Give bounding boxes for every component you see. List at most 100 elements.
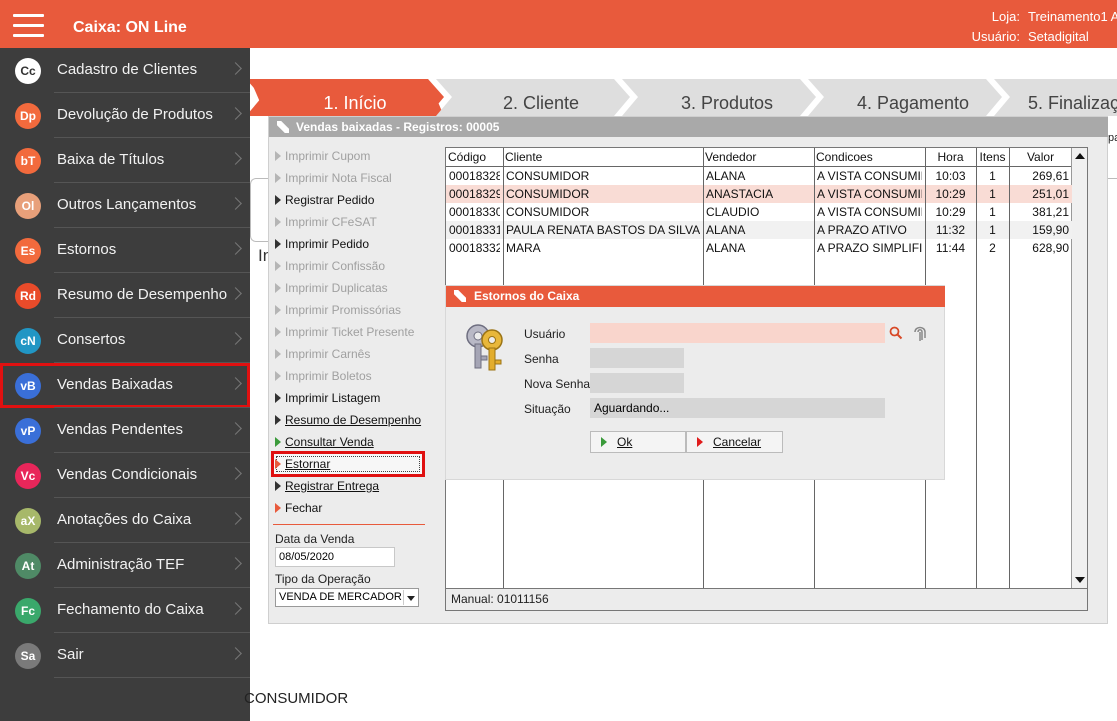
- sidebar-item-label: Resumo de Desempenho: [57, 286, 228, 303]
- sidebar-item-label: Outros Lançamentos: [57, 196, 197, 213]
- chevron-down-icon[interactable]: [403, 590, 417, 605]
- table-row[interactable]: 00018332 MARA ALANA A PRAZO SIMPLIFICA 11:44…: [446, 239, 1072, 257]
- sidebar-item-fechamento-do-caixa[interactable]: Fc Fechamento do Caixa: [0, 588, 250, 633]
- new-password-field[interactable]: [590, 373, 684, 393]
- chevron-right-icon: [229, 377, 242, 390]
- hamburger-menu-icon[interactable]: [13, 14, 44, 38]
- ok-button[interactable]: Ok: [590, 431, 686, 453]
- table-cell: 00018332: [449, 241, 500, 255]
- action-label: Imprimir CFeSAT: [285, 215, 377, 229]
- store-value: Treinamento1 A: [1028, 9, 1117, 24]
- sidebar-item-outros-lancamentos[interactable]: Ol Outros Lançamentos: [0, 183, 250, 228]
- grid-column-divider: [1009, 148, 1010, 588]
- chevron-right-icon: [229, 422, 242, 435]
- action-imprimir-confissao[interactable]: Imprimir Confissão: [273, 255, 423, 277]
- user-field[interactable]: [590, 323, 885, 343]
- action-imprimir-cupom[interactable]: Imprimir Cupom: [273, 145, 423, 167]
- step-2[interactable]: 2. Cliente: [446, 79, 636, 116]
- sidebar-item-resumo-de-desempenho[interactable]: Rd Resumo de Desempenho: [0, 273, 250, 318]
- chevron-right-icon: [229, 62, 242, 75]
- sidebar-item-baixa-de-titulos[interactable]: bT Baixa de Títulos: [0, 138, 250, 183]
- action-imprimir-carnes[interactable]: Imprimir Carnês: [273, 343, 423, 365]
- table-cell: 1: [989, 169, 996, 183]
- step-1[interactable]: 1. Início: [260, 79, 450, 116]
- action-imprimir-ticket-presente[interactable]: Imprimir Ticket Presente: [273, 321, 423, 343]
- store-info: Loja: Treinamento1 A Usuário: Setadigital: [972, 7, 1117, 47]
- action-label: Imprimir Boletos: [285, 369, 372, 383]
- grid-header-codigo[interactable]: Código: [448, 148, 501, 166]
- table-row[interactable]: 00018329 CONSUMIDOR ANASTACIA A VISTA CONSU…: [446, 185, 1072, 203]
- sidebar-badge-icon: vB: [15, 373, 41, 399]
- table-cell: 1: [989, 187, 996, 201]
- operation-type-value: VENDA DE MERCADOR: [279, 591, 402, 603]
- sidebar-item-cadastro-de-clientes[interactable]: Cc Cadastro de Clientes: [0, 48, 250, 93]
- action-label: Imprimir Confissão: [285, 259, 386, 273]
- table-row[interactable]: 00018331 PAULA RENATA BASTOS DA SILVA ALAN…: [446, 221, 1072, 239]
- table-cell: ALANA: [706, 169, 746, 183]
- sidebar-item-vendas-baixadas[interactable]: vB Vendas Baixadas: [0, 363, 250, 408]
- fingerprint-icon[interactable]: [912, 323, 928, 342]
- sidebar-item-sair[interactable]: Sa Sair: [0, 633, 250, 678]
- operation-type-select[interactable]: VENDA DE MERCADOR: [275, 588, 419, 607]
- grid-header-condicoes[interactable]: Condicoes: [816, 148, 923, 166]
- sidebar-item-estornos[interactable]: Es Estornos: [0, 228, 250, 273]
- grid-scrollbar[interactable]: [1071, 148, 1087, 588]
- grid-header-itens[interactable]: Itens: [978, 148, 1007, 166]
- sidebar-item-label: Vendas Condicionais: [57, 466, 198, 483]
- scroll-up-icon[interactable]: [1075, 153, 1085, 159]
- sidebar-item-vendas-pendentes[interactable]: vP Vendas Pendentes: [0, 408, 250, 453]
- chevron-right-icon: [229, 242, 242, 255]
- cancel-button[interactable]: Cancelar: [686, 431, 783, 453]
- top-bar: Caixa: ON Line Loja: Treinamento1 A Usuár…: [0, 0, 1117, 48]
- table-cell: 11:44: [935, 241, 966, 255]
- table-cell: 269,61: [1032, 169, 1069, 183]
- action-registrar-entrega[interactable]: Registrar Entrega: [273, 475, 423, 497]
- sidebar-badge-icon: vP: [15, 418, 41, 444]
- action-consultar-venda[interactable]: Consultar Venda: [273, 431, 423, 453]
- sidebar: Cc Cadastro de Clientes Dp Devolução de Pro…: [0, 48, 250, 721]
- table-cell: 381,21: [1032, 205, 1069, 219]
- focus-outline: [276, 456, 420, 472]
- action-fechar[interactable]: Fechar: [273, 497, 423, 519]
- store-label: Loja:: [991, 9, 1020, 24]
- grid-header-hora[interactable]: Hora: [927, 148, 974, 166]
- sidebar-item-anotacoes-do-caixa[interactable]: aX Anotações do Caixa: [0, 498, 250, 543]
- action-imprimir-listagem[interactable]: Imprimir Listagem: [273, 387, 423, 409]
- sale-date-field[interactable]: 08/05/2020: [275, 547, 395, 567]
- password-field[interactable]: [590, 348, 684, 368]
- table-row[interactable]: 00018328 CONSUMIDOR ALANA A VISTA CONSUMID 1…: [446, 167, 1072, 185]
- user-label: Usuário:: [971, 29, 1020, 44]
- table-row[interactable]: 00018330 CONSUMIDOR CLAUDIO A VISTA CONSUMI…: [446, 203, 1072, 221]
- step-5[interactable]: 5. Finalização: [1004, 79, 1117, 116]
- sidebar-item-administracao-tef[interactable]: At Administração TEF: [0, 543, 250, 588]
- sidebar-item-consertos[interactable]: cN Consertos: [0, 318, 250, 363]
- chevron-right-icon: [229, 197, 242, 210]
- scroll-down-icon[interactable]: [1075, 577, 1085, 583]
- action-imprimir-nota-fiscal[interactable]: Imprimir Nota Fiscal: [273, 167, 423, 189]
- action-imprimir-cfesat[interactable]: Imprimir CFeSAT: [273, 211, 423, 233]
- grid-header-cliente[interactable]: Cliente: [505, 148, 701, 166]
- action-imprimir-duplicatas[interactable]: Imprimir Duplicatas: [273, 277, 423, 299]
- action-resumo-de-desempenho[interactable]: Resumo de Desempenho: [273, 409, 423, 431]
- action-registrar-pedido[interactable]: Registrar Pedido: [273, 189, 423, 211]
- sidebar-item-vendas-condicionais[interactable]: Vc Vendas Condicionais: [0, 453, 250, 498]
- chevron-right-icon: [229, 602, 242, 615]
- action-label: Consultar Venda: [285, 435, 374, 449]
- grid-header-valor[interactable]: Valor: [1011, 148, 1070, 166]
- play-icon: [275, 371, 281, 381]
- table-cell: 628,90: [1032, 241, 1069, 255]
- search-icon[interactable]: [889, 326, 903, 340]
- play-icon: [275, 327, 281, 337]
- step-3[interactable]: 3. Produtos: [632, 79, 822, 116]
- grid-header-vendedor[interactable]: Vendedor: [705, 148, 812, 166]
- action-imprimir-pedido[interactable]: Imprimir Pedido: [273, 233, 423, 255]
- sidebar-item-devolucao-de-produtos[interactable]: Dp Devolução de Produtos: [0, 93, 250, 138]
- table-cell: CLAUDIO: [706, 205, 760, 219]
- chevron-right-icon: [229, 107, 242, 120]
- action-estornar[interactable]: Estornar: [271, 451, 425, 477]
- action-imprimir-boletos[interactable]: Imprimir Boletos: [273, 365, 423, 387]
- background-panel: [250, 178, 270, 242]
- table-cell: A PRAZO ATIVO: [817, 223, 907, 237]
- action-imprimir-promissorias[interactable]: Imprimir Promissórias: [273, 299, 423, 321]
- step-4[interactable]: 4. Pagamento: [818, 79, 1008, 116]
